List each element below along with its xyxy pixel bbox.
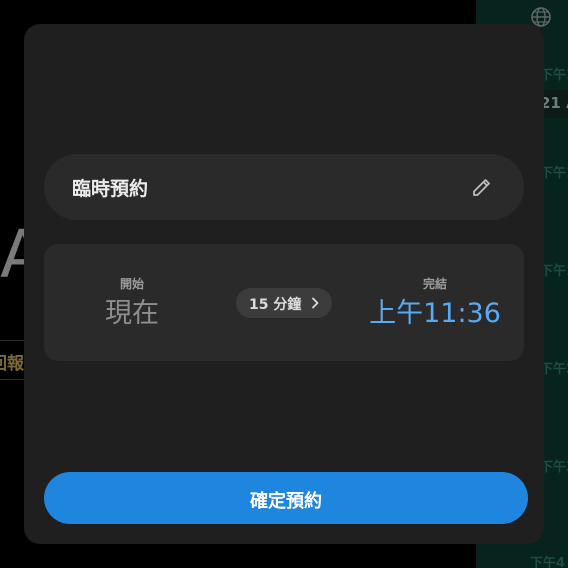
time-range-card: 開始 現在 15 分鐘 完結 上午11:36 — [44, 244, 524, 361]
background-report-label: 回報 — [0, 354, 24, 374]
background-report-button[interactable]: 回報 — [0, 340, 27, 380]
confirm-booking-button[interactable]: 確定預約 — [44, 472, 528, 524]
duration-label: 15 分鐘 — [249, 297, 302, 313]
booking-dialog: 臨時預約 開始 現在 15 分鐘 完結 上午11:36 確定預約 — [24, 24, 544, 544]
confirm-booking-label: 確定預約 — [250, 491, 322, 512]
screen: 下午11 21 A 下午12 下午1 下午2 下午3 下午4 A 回報 臨時預約… — [0, 0, 568, 568]
start-value: 現在 — [105, 298, 159, 329]
chevron-right-icon — [312, 297, 319, 309]
schedule-slot-label: 下午11 — [540, 68, 568, 83]
end-label: 完結 — [422, 277, 447, 291]
end-time-section: 完結 上午11:36 — [364, 276, 506, 330]
duration-button[interactable]: 15 分鐘 — [236, 288, 332, 318]
schedule-slot-label: 下午1 — [540, 264, 568, 279]
schedule-current-slot-label: 21 A — [540, 94, 568, 112]
start-label: 開始 — [119, 277, 144, 291]
schedule-slot-label: 下午3 — [540, 460, 568, 475]
end-time-value[interactable]: 上午11:36 — [364, 298, 506, 330]
start-time-section: 開始 現在 — [72, 276, 192, 330]
schedule-slot-label: 下午4 — [530, 556, 566, 568]
schedule-slot-label: 下午2 — [540, 362, 568, 377]
booking-title: 臨時預約 — [72, 178, 149, 200]
pencil-icon[interactable] — [470, 175, 494, 199]
schedule-slot-label: 下午12 — [540, 166, 568, 181]
booking-title-field[interactable]: 臨時預約 — [44, 154, 524, 220]
